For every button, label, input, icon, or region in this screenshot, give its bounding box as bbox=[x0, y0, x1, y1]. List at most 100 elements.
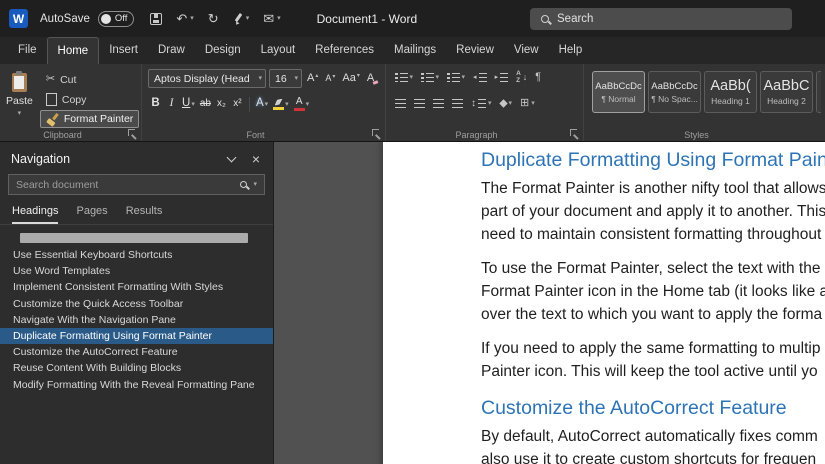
nav-heading-item[interactable]: Implement Consistent Formatting With Sty… bbox=[0, 279, 273, 295]
doc-line[interactable]: also use it to create custom shortcuts f… bbox=[481, 448, 825, 464]
align-right-button[interactable] bbox=[430, 95, 447, 112]
doc-line[interactable]: If you need to apply the same formatting… bbox=[481, 337, 825, 360]
copy-button[interactable]: Copy bbox=[40, 91, 139, 109]
tab-help[interactable]: Help bbox=[549, 37, 593, 64]
shading-button[interactable]: ▾ bbox=[497, 95, 516, 112]
multilevel-list-button[interactable]: ▾ bbox=[444, 69, 468, 86]
align-center-button[interactable] bbox=[411, 95, 428, 112]
doc-line[interactable]: Painter icon. This will keep the tool ac… bbox=[481, 360, 825, 383]
doc-paragraph[interactable]: To use the Format Painter, select the te… bbox=[481, 257, 825, 326]
grow-font-button[interactable]: A ▴ bbox=[305, 72, 320, 85]
nav-heading-item[interactable]: Navigate With the Navigation Pane bbox=[0, 312, 273, 328]
sort-button[interactable]: A Z ↓ bbox=[513, 69, 530, 86]
align-left-button[interactable] bbox=[392, 95, 409, 112]
numbering-button[interactable]: ▾ bbox=[418, 69, 442, 86]
paragraph-dialog-launcher[interactable] bbox=[570, 129, 579, 138]
format-painter-button[interactable]: Format Painter bbox=[39, 110, 140, 129]
nav-heading-item[interactable]: Reuse Content With Building Blocks bbox=[0, 360, 273, 376]
envelope-icon: ✉ bbox=[263, 11, 275, 26]
bold-button[interactable]: B bbox=[148, 96, 163, 112]
text-highlight-button[interactable]: ▾ bbox=[271, 96, 291, 112]
document-page[interactable]: Duplicate Formatting Using Format Painte… bbox=[383, 142, 825, 464]
doc-line[interactable]: over the text to which you want to apply… bbox=[481, 303, 825, 326]
style-card[interactable]: AaBbCcDc ¶ Normal bbox=[592, 71, 645, 113]
change-case-button[interactable]: Aa ▾ bbox=[340, 72, 361, 85]
nav-heading-item[interactable]: Use Word Templates bbox=[0, 263, 273, 279]
tab-pages[interactable]: Pages bbox=[76, 205, 107, 224]
style-card[interactable]: AaBHeadi bbox=[816, 71, 821, 113]
word-logo[interactable]: W bbox=[9, 9, 28, 28]
share-button[interactable]: ✉ ▾ bbox=[263, 12, 280, 25]
text-effects-button[interactable]: A ▾ bbox=[254, 96, 270, 112]
bullets-button[interactable]: ▾ bbox=[392, 69, 416, 86]
justify-button[interactable] bbox=[449, 95, 466, 112]
style-card[interactable]: AaBbCcDc ¶ No Spac... bbox=[648, 71, 701, 113]
tab-mailings[interactable]: Mailings bbox=[384, 37, 446, 64]
nav-heading-item[interactable]: Duplicate Formatting Using Format Painte… bbox=[0, 327, 273, 345]
tab-view[interactable]: View bbox=[504, 37, 549, 64]
shrink-font-button[interactable]: A ▾ bbox=[323, 73, 337, 84]
nav-heading-item-blank[interactable] bbox=[20, 233, 248, 243]
nav-heading-item[interactable]: Customize the Quick Access Toolbar bbox=[0, 296, 273, 312]
font-color-button[interactable]: A ▾ bbox=[292, 96, 312, 112]
chevron-down-icon[interactable] bbox=[226, 152, 237, 163]
autosave-state: Off bbox=[114, 13, 128, 24]
nav-heading-item[interactable]: Modify Formatting With the Reveal Format… bbox=[0, 377, 273, 393]
doc-line[interactable]: By default, AutoCorrect automatically fi… bbox=[481, 425, 825, 448]
nav-heading-item[interactable]: Use Essential Keyboard Shortcuts bbox=[0, 247, 273, 263]
decrease-indent-button[interactable]: ◂ bbox=[470, 69, 490, 86]
search-box[interactable]: Search bbox=[530, 8, 792, 30]
redo-button[interactable]: ↻ bbox=[208, 12, 219, 25]
draw-button[interactable]: ▾ bbox=[233, 13, 250, 25]
style-card[interactable]: AaBbC Heading 2 bbox=[760, 71, 813, 113]
clear-formatting-button[interactable]: A bbox=[365, 72, 376, 85]
style-card[interactable]: AaBb(Heading 1 bbox=[704, 71, 757, 113]
chevron-down-icon: ▾ bbox=[190, 15, 194, 22]
clipboard-dialog-launcher[interactable] bbox=[128, 129, 137, 138]
strikethrough-button[interactable]: ab bbox=[198, 96, 213, 112]
font-size-combo[interactable]: 16 ▾ bbox=[269, 69, 302, 88]
doc-line[interactable]: The Format Painter is another nifty tool… bbox=[481, 177, 825, 200]
tab-insert[interactable]: Insert bbox=[99, 37, 148, 64]
shading-icon bbox=[498, 99, 508, 108]
tab-design[interactable]: Design bbox=[195, 37, 251, 64]
borders-button[interactable]: ⊞ ▾ bbox=[517, 95, 538, 112]
font-name-combo[interactable]: Aptos Display (Head ▾ bbox=[148, 69, 266, 88]
tab-home[interactable]: Home bbox=[46, 37, 100, 64]
tab-layout[interactable]: Layout bbox=[251, 37, 306, 64]
doc-line[interactable]: need to maintain consistent formatting t… bbox=[481, 223, 825, 246]
nav-search-box[interactable]: Search document ▾ bbox=[8, 174, 265, 195]
autosave-toggle[interactable]: Off bbox=[97, 10, 135, 27]
line-spacing-button[interactable]: ↕ ▾ bbox=[468, 95, 495, 112]
font-dialog-launcher[interactable] bbox=[372, 129, 381, 138]
doc-paragraph[interactable]: By default, AutoCorrect automatically fi… bbox=[481, 425, 825, 464]
italic-button[interactable]: I bbox=[164, 96, 179, 112]
underline-button[interactable]: U ▾ bbox=[180, 96, 197, 112]
undo-button[interactable]: ↶ ▾ bbox=[176, 12, 193, 25]
doc-line[interactable]: To use the Format Painter, select the te… bbox=[481, 257, 825, 280]
nav-heading-item[interactable]: Customize the AutoCorrect Feature bbox=[0, 344, 273, 360]
doc-paragraph[interactable]: If you need to apply the same formatting… bbox=[481, 337, 825, 383]
clear-formatting-icon: A bbox=[366, 72, 375, 84]
close-icon[interactable]: × bbox=[252, 152, 260, 166]
chevron-down-icon: ▾ bbox=[435, 74, 440, 81]
cut-button[interactable]: ✂ Cut bbox=[40, 71, 139, 89]
tab-file[interactable]: File bbox=[8, 37, 47, 64]
doc-paragraph[interactable]: The Format Painter is another nifty tool… bbox=[481, 177, 825, 246]
superscript-button[interactable]: x² bbox=[230, 96, 245, 112]
tab-headings[interactable]: Headings bbox=[12, 205, 59, 224]
doc-heading[interactable]: Customize the AutoCorrect Feature bbox=[481, 395, 825, 421]
subscript-button[interactable]: x₂ bbox=[214, 96, 229, 112]
tab-references[interactable]: References bbox=[305, 37, 384, 64]
doc-line[interactable]: Format Painter icon in the Home tab (it … bbox=[481, 280, 825, 303]
doc-line[interactable]: part of your document and apply it to an… bbox=[481, 200, 825, 223]
save-button[interactable] bbox=[150, 12, 163, 25]
tab-results[interactable]: Results bbox=[126, 205, 163, 224]
tab-review[interactable]: Review bbox=[446, 37, 504, 64]
paste-button[interactable]: Paste ▾ bbox=[6, 69, 33, 128]
doc-heading[interactable]: Duplicate Formatting Using Format Painte… bbox=[481, 147, 825, 173]
tab-draw[interactable]: Draw bbox=[148, 37, 195, 64]
paragraph-group-label: Paragraph bbox=[455, 130, 498, 140]
show-hide-marks-button[interactable]: ¶ bbox=[532, 69, 544, 86]
increase-indent-button[interactable]: ▸ bbox=[492, 69, 512, 86]
